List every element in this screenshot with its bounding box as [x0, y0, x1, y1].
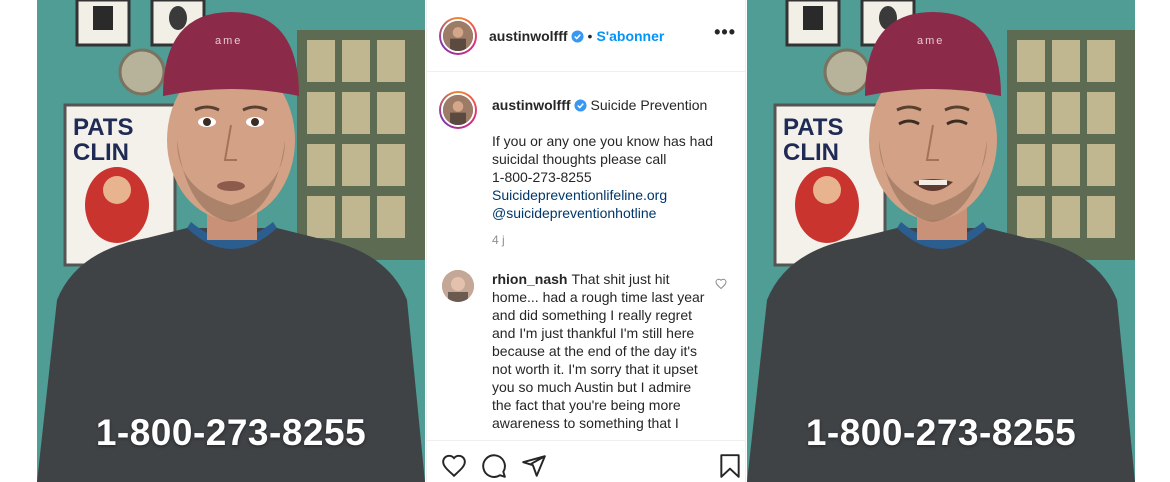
author-avatar[interactable]: [439, 17, 477, 55]
post-time-ago[interactable]: 4 j: [492, 233, 505, 247]
comment-icon: [482, 454, 506, 478]
commenter-username[interactable]: rhion_nash: [492, 271, 567, 287]
caption-handle-link[interactable]: @suicidepreventionhotline: [492, 204, 732, 222]
svg-text:PATS: PATS: [73, 114, 133, 141]
caption-username[interactable]: austinwolfff: [492, 97, 571, 113]
follow-button[interactable]: S'abonner: [596, 28, 664, 44]
caption-line: 1-800-273-8255: [492, 169, 592, 185]
like-button[interactable]: [441, 453, 467, 479]
comment-button[interactable]: [481, 453, 507, 479]
caption-body: If you or any one you know has had suici…: [492, 132, 732, 222]
svg-text:PATS: PATS: [783, 114, 843, 141]
video-frame-left[interactable]: PATS CLIN ame 1-800-273-8255: [37, 0, 425, 482]
author-username[interactable]: austinwolfff: [489, 28, 568, 44]
comment-body: That shit just hit home... had a rough t…: [492, 271, 705, 431]
video-still-left: PATS CLIN ame: [37, 0, 425, 482]
verified-badge-icon: [574, 99, 587, 112]
comment-item: rhion_nash That shit just hit home... had…: [427, 270, 745, 440]
post-action-bar: [427, 440, 745, 482]
share-icon: [522, 455, 546, 477]
phone-number-overlay: 1-800-273-8255: [95, 412, 367, 453]
caption-author-avatar[interactable]: [439, 91, 477, 129]
svg-text:CLIN: CLIN: [783, 139, 839, 166]
caption-line: If you or any one you know has had: [492, 133, 714, 149]
save-button[interactable]: [717, 453, 743, 479]
share-button[interactable]: [521, 453, 547, 479]
phone-number-overlay: 1-800-273-8255: [805, 412, 1077, 453]
video-frame-right[interactable]: PATS CLIN ame 1-800-273-8255: [747, 0, 1135, 482]
header-line: austinwolfff • S'abonner: [489, 28, 664, 46]
more-options-button[interactable]: •••: [714, 22, 736, 43]
commenter-avatar[interactable]: [442, 270, 474, 302]
comment-text: rhion_nash That shit just hit home... had…: [492, 270, 710, 432]
instagram-post-panel: austinwolfff • S'abonner ••• austinwolfff S…: [426, 0, 746, 482]
svg-text:ame: ame: [917, 35, 944, 47]
heart-icon: [442, 454, 466, 478]
video-still-right: PATS CLIN ame: [747, 0, 1135, 482]
svg-text:CLIN: CLIN: [73, 139, 129, 166]
caption-line: suicidal thoughts please call: [492, 151, 667, 167]
caption-site-link[interactable]: Suicidepreventionlifeline.org: [492, 186, 732, 204]
svg-text:ame: ame: [215, 35, 242, 47]
post-header: austinwolfff • S'abonner •••: [427, 0, 745, 72]
separator-dot: •: [587, 28, 593, 44]
caption-location[interactable]: Suicide Prevention: [591, 97, 708, 113]
bookmark-icon: [720, 454, 740, 478]
caption-title: austinwolfff Suicide Prevention: [492, 97, 707, 113]
verified-badge-icon: [571, 30, 584, 43]
comment-like-icon[interactable]: [715, 278, 727, 290]
